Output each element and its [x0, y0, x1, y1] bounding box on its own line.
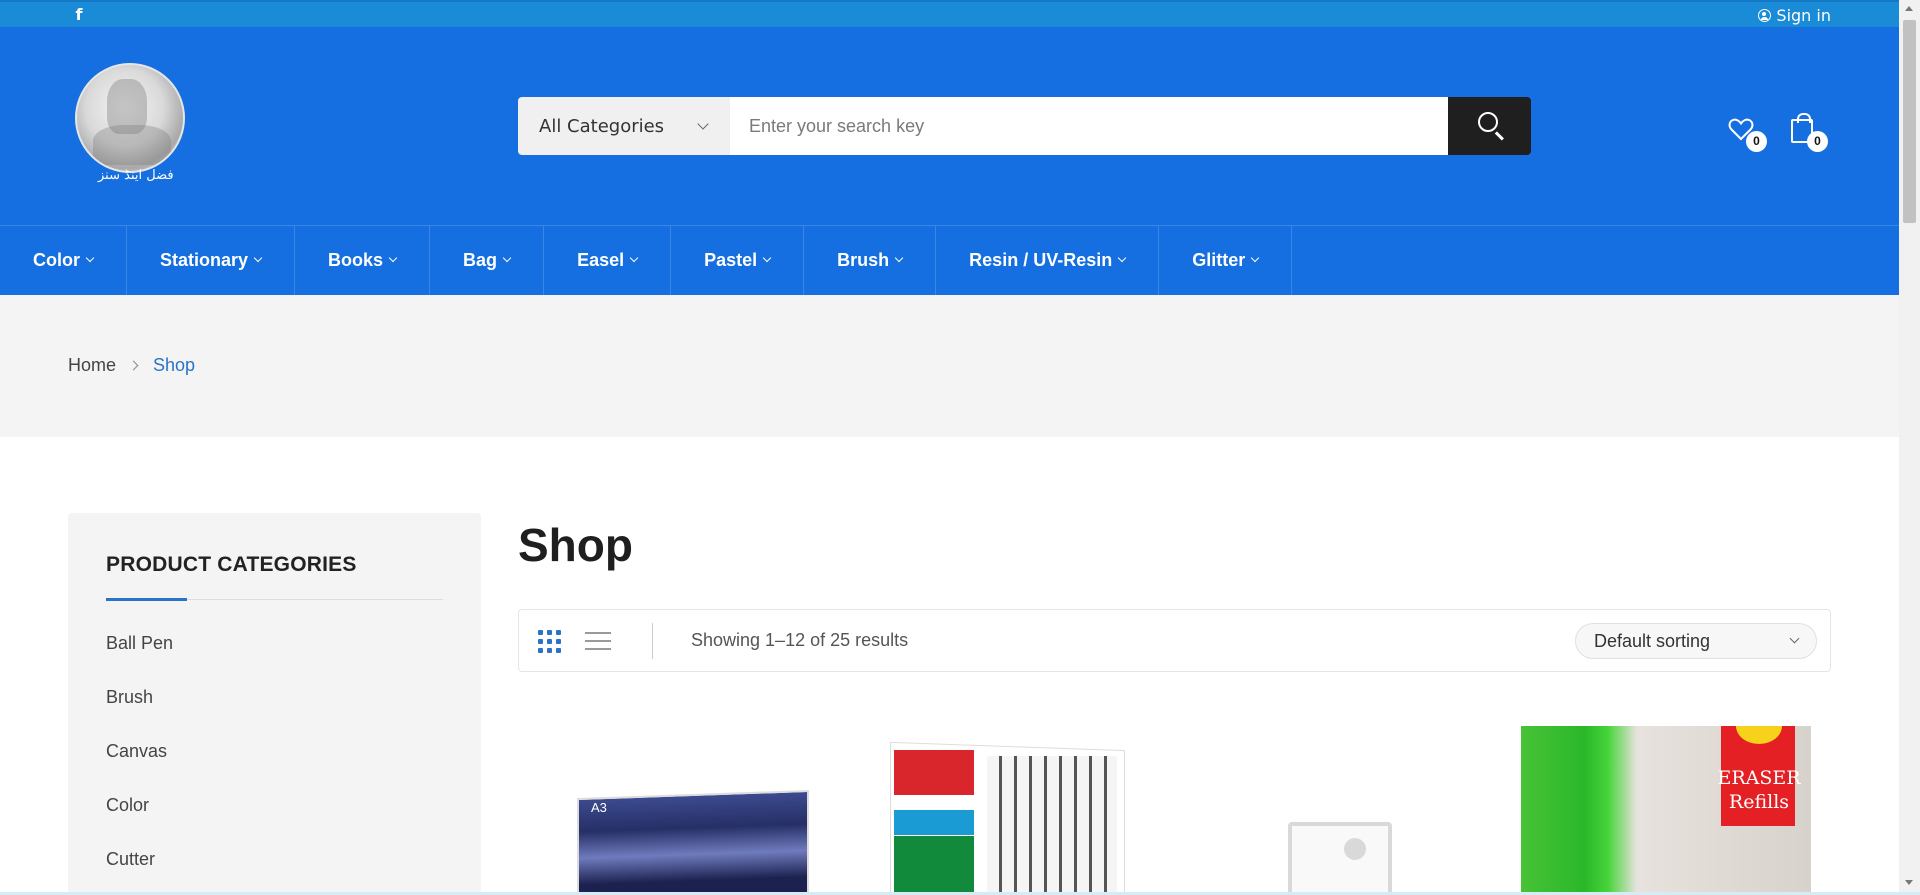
product-image-block	[894, 836, 974, 895]
sign-in-link[interactable]: Sign in	[1758, 6, 1831, 25]
category-select[interactable]: All Categories	[518, 97, 730, 155]
main-nav: Color Stationary Books Bag Easel Pastel …	[0, 225, 1899, 295]
product-image-label: ERASER Refills	[1717, 767, 1801, 813]
search-input[interactable]	[730, 97, 1448, 155]
chevron-down-icon	[388, 253, 398, 262]
nav-item-bag[interactable]: Bag	[430, 226, 545, 295]
top-bar: f Sign in	[0, 0, 1899, 27]
search-bar: All Categories	[518, 97, 1531, 155]
category-item-cutter[interactable]: Cutter	[106, 849, 173, 895]
chevron-down-icon	[894, 253, 904, 262]
product-image-block	[987, 756, 1117, 895]
nav-item-color[interactable]: Color	[0, 226, 127, 295]
scrollbar-thumb[interactable]	[1903, 20, 1916, 223]
nav-item-label: Brush	[837, 250, 890, 270]
chevron-down-icon	[253, 253, 263, 262]
scroll-up-icon[interactable]	[1905, 6, 1913, 11]
wishlist-button[interactable]: 0	[1726, 111, 1767, 152]
product-card[interactable]: A3	[573, 726, 813, 895]
page-title: Shop	[518, 519, 633, 571]
logo-caption: فضل اینڈ سنز	[98, 168, 174, 183]
sidebar-title: PRODUCT CATEGORIES	[106, 553, 357, 576]
sidebar-divider	[106, 598, 443, 601]
sort-select[interactable]: Default sorting	[1575, 623, 1817, 659]
product-card[interactable]	[887, 726, 1128, 895]
nav-item-label: Stationary	[160, 250, 249, 270]
nav-item-easel[interactable]: Easel	[544, 226, 672, 295]
breadcrumb: Home Shop	[68, 355, 195, 376]
nav-item-brush[interactable]: Brush	[804, 226, 937, 295]
nav-item-label: Color	[33, 250, 80, 270]
product-image-label: A3	[591, 800, 607, 815]
nav-item-pastel[interactable]: Pastel	[671, 226, 805, 295]
nav-item-label: Resin / UV-Resin	[969, 250, 1113, 270]
scroll-down-icon[interactable]	[1905, 880, 1913, 885]
category-item-canvas[interactable]: Canvas	[106, 741, 173, 795]
cart-count-badge: 0	[1807, 131, 1828, 152]
chevron-down-icon	[762, 253, 772, 262]
breadcrumb-home[interactable]: Home	[68, 355, 116, 376]
category-item-brush[interactable]: Brush	[106, 687, 173, 741]
nav-item-label: Books	[328, 250, 384, 270]
cart-button[interactable]: 0	[1787, 111, 1828, 152]
page-scrollbar[interactable]	[1899, 0, 1920, 895]
facebook-icon[interactable]: f	[70, 6, 88, 24]
site-header: فضل اینڈ سنز All Categories 0 0	[0, 27, 1899, 225]
chevron-down-icon	[1117, 253, 1127, 262]
category-item-ball-pen[interactable]: Ball Pen	[106, 633, 173, 687]
placeholder-image-icon	[1288, 822, 1392, 895]
chevron-right-icon	[128, 360, 139, 371]
nav-item-books[interactable]: Books	[295, 226, 431, 295]
category-sidebar: PRODUCT CATEGORIES Ball Pen Brush Canvas…	[68, 513, 481, 895]
category-select-label: All Categories	[539, 115, 665, 137]
search-icon	[1478, 112, 1498, 132]
nav-item-label: Bag	[463, 250, 498, 270]
wishlist-count-badge: 0	[1746, 131, 1767, 152]
toolbar-divider	[652, 623, 653, 659]
product-image	[577, 789, 809, 895]
nav-item-stationary[interactable]: Stationary	[127, 226, 296, 295]
chevron-down-icon	[1789, 633, 1800, 644]
product-card[interactable]: ERASER Refills	[1521, 726, 1811, 895]
shop-toolbar: Showing 1–12 of 25 results Default sorti…	[518, 609, 1831, 672]
site-logo[interactable]	[75, 63, 185, 173]
sort-select-label: Default sorting	[1594, 631, 1711, 651]
nav-item-label: Glitter	[1192, 250, 1246, 270]
user-icon	[1758, 9, 1772, 22]
search-button[interactable]	[1448, 97, 1531, 155]
breadcrumb-bar: Home Shop	[0, 295, 1899, 437]
result-count: Showing 1–12 of 25 results	[691, 630, 909, 650]
category-item-color[interactable]: Color	[106, 795, 173, 849]
chevron-down-icon	[629, 253, 639, 262]
list-view-icon[interactable]	[585, 632, 611, 650]
chevron-down-icon	[502, 253, 512, 262]
chevron-down-icon	[85, 253, 95, 262]
chevron-down-icon	[1250, 253, 1260, 262]
sign-in-label: Sign in	[1776, 6, 1831, 25]
nav-item-glitter[interactable]: Glitter	[1159, 226, 1293, 295]
nav-item-label: Pastel	[704, 250, 758, 270]
product-image-block	[894, 750, 974, 795]
chevron-down-icon	[697, 118, 709, 130]
breadcrumb-current: Shop	[153, 355, 196, 375]
product-card[interactable]	[1200, 726, 1440, 895]
product-image-block	[894, 810, 974, 835]
grid-view-icon[interactable]	[538, 630, 561, 653]
category-list: Ball Pen Brush Canvas Color Cutter	[106, 633, 173, 895]
nav-item-resin[interactable]: Resin / UV-Resin	[936, 226, 1160, 295]
nav-item-label: Easel	[577, 250, 625, 270]
